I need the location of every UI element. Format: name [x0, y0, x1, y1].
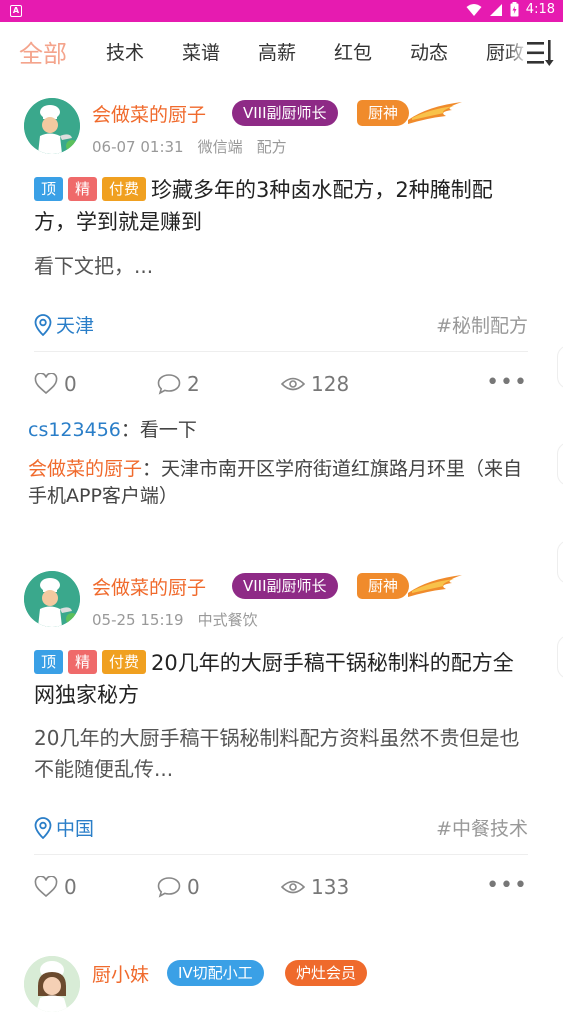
tab-dynamics[interactable]: 动态: [410, 38, 448, 65]
flame-icon: [408, 102, 462, 124]
comment-button[interactable]: 2: [157, 372, 200, 396]
post-excerpt[interactable]: 看下文把，...: [34, 251, 524, 282]
status-bar: A 4:18: [0, 0, 563, 22]
like-count: 0: [64, 875, 77, 899]
post-location[interactable]: 中国: [34, 814, 94, 841]
view-count-indicator: 133: [281, 875, 349, 899]
post-date: 06-07 01:31: [92, 138, 184, 156]
title-badge: 厨神: [357, 573, 410, 599]
like-button[interactable]: 0: [34, 372, 77, 396]
view-count: 128: [311, 372, 350, 396]
side-handle[interactable]: [557, 345, 563, 389]
tab-recipes[interactable]: 菜谱: [182, 38, 220, 65]
more-options-icon[interactable]: •••: [486, 873, 528, 898]
post-excerpt[interactable]: 20几年的大厨手稿干锅秘制料配方资料虽然不贵但是也不能随便乱传...: [34, 723, 524, 785]
app-notification-icon: A: [10, 5, 22, 17]
flame-icon: [408, 575, 462, 597]
avatar[interactable]: [24, 571, 80, 627]
comment-user[interactable]: 会做菜的厨子: [28, 458, 142, 480]
chef-avatar-icon: [24, 98, 80, 154]
chef-avatar-icon: [24, 571, 80, 627]
side-handle[interactable]: [557, 442, 563, 486]
tag-paid: 付费: [102, 177, 147, 201]
category-tabs: 全部 技术 菜谱 高薪 红包 动态 厨政: [0, 22, 563, 82]
post-category[interactable]: 配方: [257, 138, 287, 156]
location-pin-icon: [34, 313, 52, 336]
side-handle[interactable]: [557, 540, 563, 584]
comment-icon: [157, 374, 181, 395]
comment-count: 0: [187, 875, 200, 899]
heart-icon: [34, 373, 58, 395]
location-text: 天津: [56, 315, 95, 337]
author-name[interactable]: 会做菜的厨子: [92, 573, 206, 600]
wifi-icon: [466, 3, 482, 16]
author-name[interactable]: 会做菜的厨子: [92, 100, 206, 127]
tab-all[interactable]: 全部: [19, 34, 67, 69]
eye-icon: [281, 377, 305, 391]
comment-count: 2: [187, 372, 200, 396]
member-badge: 炉灶会员: [285, 960, 368, 986]
tab-high-salary[interactable]: 高薪: [258, 38, 296, 65]
comment-item[interactable]: 会做菜的厨子：天津市南开区学府街道红旗路月环里（来自手机APP客户端）: [28, 456, 528, 510]
post-title[interactable]: 顶精付费 珍藏多年的3种卤水配方，2种腌制配方，学到就是赚到: [34, 174, 534, 238]
post-hashtag[interactable]: #秘制配方: [436, 311, 528, 338]
author-name[interactable]: 厨小妹: [92, 960, 149, 987]
post-source: 微信端: [197, 138, 243, 156]
tag-featured: 精: [68, 177, 98, 201]
comment-item[interactable]: cs123456：看一下: [28, 417, 528, 444]
view-count-indicator: 128: [281, 372, 349, 396]
tag-paid: 付费: [102, 650, 147, 674]
like-count: 0: [64, 372, 77, 396]
tag-top: 顶: [34, 177, 64, 201]
post-meta: 06-07 01:31 微信端 配方: [92, 136, 301, 157]
comment-button[interactable]: 0: [157, 875, 200, 899]
heart-icon: [34, 876, 58, 898]
view-count: 133: [311, 875, 350, 899]
tag-top: 顶: [34, 650, 64, 674]
location-text: 中国: [56, 818, 95, 840]
avatar[interactable]: [24, 956, 80, 1012]
eye-icon: [281, 880, 305, 894]
tab-tech[interactable]: 技术: [106, 38, 144, 65]
chef-girl-avatar-icon: [24, 956, 80, 1012]
battery-icon: [510, 2, 519, 17]
status-time: 4:18: [525, 2, 555, 17]
comment-user[interactable]: cs123456: [28, 419, 121, 441]
side-handle[interactable]: [557, 635, 563, 679]
like-button[interactable]: 0: [34, 875, 77, 899]
post-meta: 05-25 15:19 中式餐饮: [92, 609, 272, 630]
post-location[interactable]: 天津: [34, 311, 94, 338]
rank-badge: VIII副厨师长: [232, 573, 338, 599]
signal-icon: [489, 3, 502, 16]
title-badge: 厨神: [357, 100, 410, 126]
post-category[interactable]: 中式餐饮: [198, 611, 258, 629]
avatar[interactable]: [24, 98, 80, 154]
comment-icon: [157, 877, 181, 898]
post-date: 05-25 15:19: [92, 611, 184, 629]
tag-featured: 精: [68, 650, 98, 674]
rank-badge: VIII副厨师长: [232, 100, 338, 126]
category-menu-icon[interactable]: [527, 38, 555, 68]
location-pin-icon: [34, 816, 52, 839]
tab-red-packet[interactable]: 红包: [334, 38, 372, 65]
comment-text: 看一下: [139, 419, 197, 441]
post-hashtag[interactable]: #中餐技术: [436, 814, 528, 841]
post-title[interactable]: 顶精付费 20几年的大厨手稿干锅秘制料的配方全网独家秘方: [34, 647, 534, 711]
rank-badge: IV切配小工: [167, 960, 264, 986]
more-options-icon[interactable]: •••: [486, 370, 528, 395]
